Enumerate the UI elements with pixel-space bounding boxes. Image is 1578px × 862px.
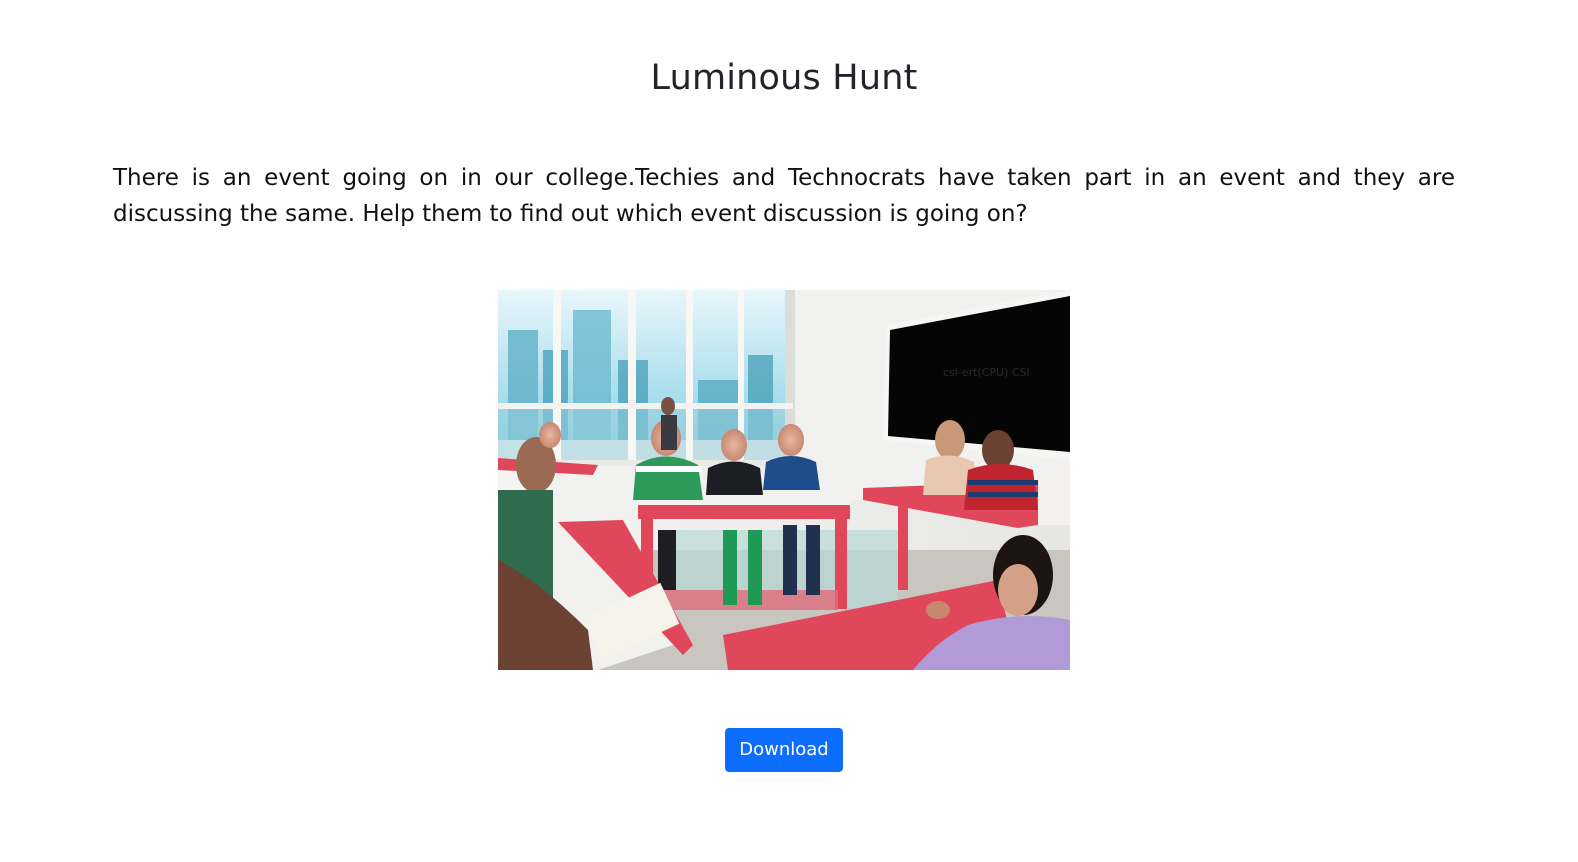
page-title: Luminous Hunt — [650, 58, 918, 98]
download-button[interactable]: Download — [725, 728, 843, 772]
svg-text:csi-ert(CPU) CSI: csi-ert(CPU) CSI — [943, 366, 1030, 379]
challenge-description: There is an event going on in our colleg… — [113, 165, 1455, 227]
event-photo: csi-ert(CPU) CSI — [498, 290, 1070, 670]
page-container: Luminous Hunt There is an event going on… — [0, 0, 1578, 862]
